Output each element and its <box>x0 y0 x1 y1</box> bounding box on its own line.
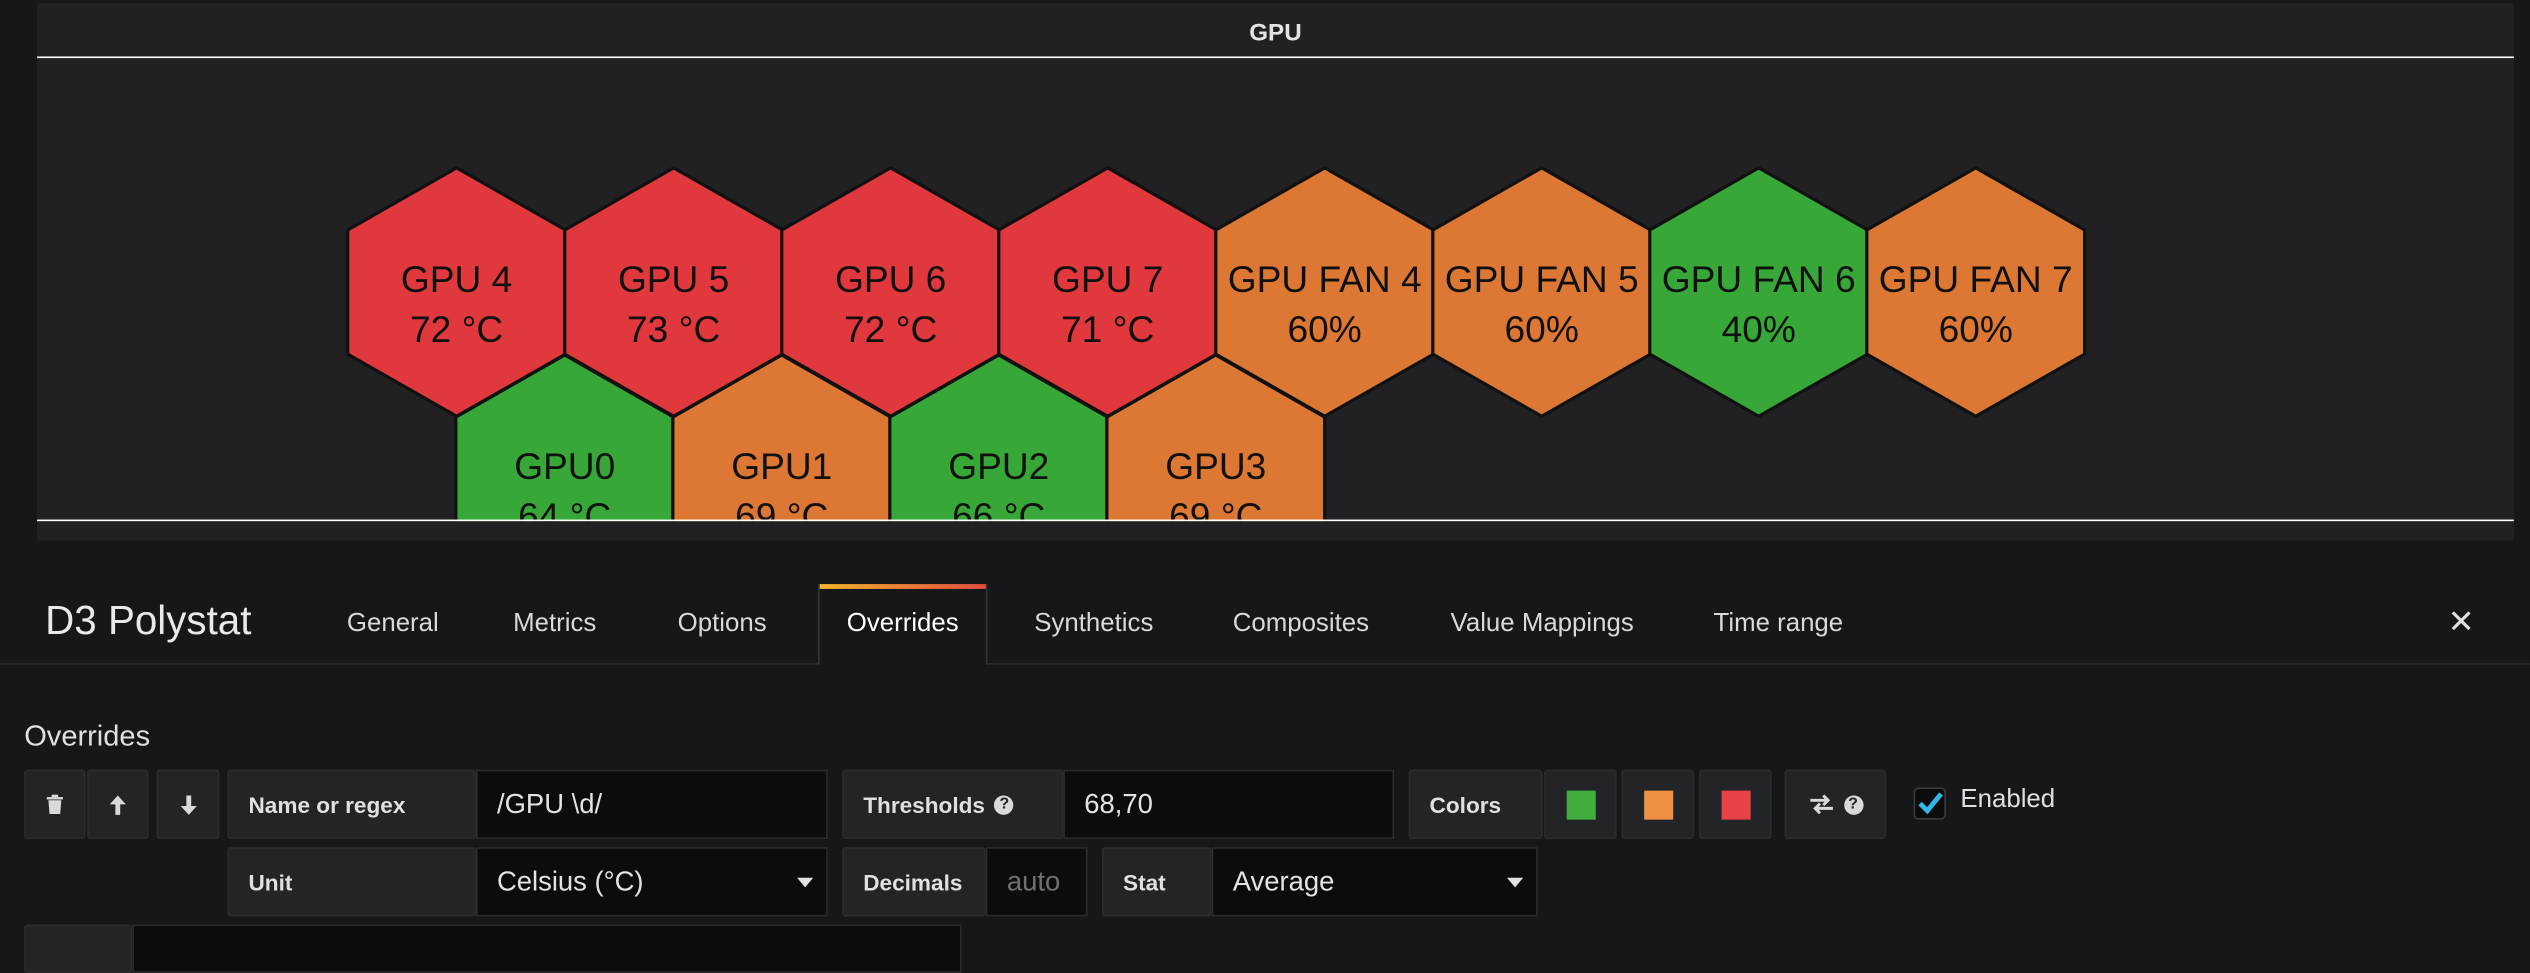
hexagon-value: 60% <box>1288 308 1362 350</box>
thresholds-label-box: Thresholds ? <box>842 769 1064 840</box>
next-row-input[interactable] <box>132 924 962 973</box>
arrow-up-icon <box>109 794 126 815</box>
chevron-down-icon <box>797 876 814 887</box>
thresholds-label: Thresholds <box>863 791 985 818</box>
hexagon-value: 73 °C <box>627 308 720 350</box>
trash-icon <box>46 794 63 815</box>
hexagon-label: GPU0 <box>514 445 615 487</box>
unit-value: Celsius (°C) <box>496 865 644 897</box>
stat-select[interactable]: Average <box>1211 847 1538 917</box>
hexagon-value: 60% <box>1505 308 1579 350</box>
hexagon-label: GPU2 <box>948 445 1049 487</box>
hexagon-label: GPU FAN 4 <box>1228 258 1422 300</box>
editor-title: D3 Polystat <box>45 598 252 644</box>
color-swatch-red-button[interactable] <box>1699 769 1772 840</box>
polystat-panel: GPU GPU 4 72 °C GPU 5 73 °C GPU 6 72 °C GPU 77… <box>37 3 2514 541</box>
exchange-icon <box>1809 794 1833 815</box>
move-down-button[interactable] <box>156 769 220 840</box>
stat-label: Stat <box>1122 868 1166 895</box>
colors-label-box: Colors <box>1408 769 1543 840</box>
tab-general[interactable]: General <box>347 584 439 663</box>
hexagon-grid: GPU 4 72 °C GPU 5 73 °C GPU 6 72 °C GPU 7 71 °C… <box>37 165 2514 541</box>
decimals-input[interactable]: auto <box>985 847 1088 917</box>
hexagon-label: GPU3 <box>1165 445 1266 487</box>
arrow-down-icon <box>179 794 197 815</box>
hexagon-label: GPU 7 <box>1052 258 1163 300</box>
enabled-label: Enabled <box>1960 785 2056 814</box>
hexagon-label: GPU 6 <box>835 258 946 300</box>
hexagon-value: 60% <box>1939 308 2013 350</box>
chevron-down-icon <box>1507 876 1524 887</box>
color-swatch-red <box>1720 789 1750 819</box>
hexagon-gpu-fan-7[interactable]: GPU FAN 7 60% <box>1865 165 2087 419</box>
decimals-label: Decimals <box>863 868 963 895</box>
color-swatch-orange <box>1643 789 1673 819</box>
tab-metrics[interactable]: Metrics <box>513 584 596 663</box>
tab-synthetics[interactable]: Synthetics <box>1034 584 1153 663</box>
decimals-placeholder: auto <box>1006 865 1061 897</box>
help-icon[interactable]: ? <box>1843 794 1863 815</box>
hexagon-label: GPU 5 <box>618 258 729 300</box>
hexagon-value: 71 °C <box>1061 308 1154 350</box>
editor-header: D3 Polystat General Metrics Options Over… <box>0 584 2530 665</box>
unit-select[interactable]: Celsius (°C) <box>475 847 828 917</box>
unit-label: Unit <box>248 868 293 895</box>
invert-colors-button[interactable]: ? <box>1784 769 1887 840</box>
name-regex-value: /GPU \d/ <box>496 788 603 819</box>
name-label-box: Name or regex <box>227 769 476 840</box>
hexagon-value: 72 °C <box>410 308 503 350</box>
close-icon[interactable]: ✕ <box>2448 602 2475 642</box>
section-title: Overrides <box>24 719 151 752</box>
decimals-label-box: Decimals <box>842 847 986 917</box>
thresholds-value: 68,70 <box>1084 788 1153 819</box>
hexagon-label: GPU1 <box>731 445 832 487</box>
stat-label-box: Stat <box>1102 847 1212 917</box>
colors-label: Colors <box>1429 791 1502 818</box>
next-row-label-box <box>24 924 133 973</box>
color-swatch-green-button[interactable] <box>1544 769 1617 840</box>
hexagon-label: GPU FAN 6 <box>1662 258 1856 300</box>
tab-overrides[interactable]: Overrides <box>818 584 988 665</box>
delete-override-button[interactable] <box>24 769 86 840</box>
check-icon <box>1918 792 1943 815</box>
move-up-button[interactable] <box>87 769 149 840</box>
hexagon-value: 72 °C <box>844 308 937 350</box>
panel-footer-mask <box>37 521 2514 541</box>
thresholds-input[interactable]: 68,70 <box>1063 769 1395 840</box>
hexagon-label: GPU 4 <box>401 258 512 300</box>
hexagon-value: 40% <box>1722 308 1796 350</box>
hexagon-gpu-fan-5[interactable]: GPU FAN 5 60% <box>1431 165 1653 419</box>
enabled-checkbox[interactable] <box>1913 787 1946 820</box>
hexagon-label: GPU FAN 7 <box>1879 258 2073 300</box>
name-label: Name or regex <box>248 791 406 818</box>
tab-composites[interactable]: Composites <box>1233 584 1369 663</box>
hexagon-label: GPU FAN 5 <box>1445 258 1639 300</box>
color-swatch-green <box>1565 789 1595 819</box>
color-swatch-orange-button[interactable] <box>1621 769 1695 840</box>
tab-value-mappings[interactable]: Value Mappings <box>1451 584 1634 663</box>
help-icon[interactable]: ? <box>994 794 1015 815</box>
tab-options[interactable]: Options <box>678 584 767 663</box>
name-regex-input[interactable]: /GPU \d/ <box>475 769 828 840</box>
unit-label-box: Unit <box>227 847 476 917</box>
tab-time-range[interactable]: Time range <box>1714 584 1844 663</box>
stat-value: Average <box>1232 865 1335 897</box>
panel-bottom-border <box>37 519 2514 522</box>
hexagon-gpu-fan-6[interactable]: GPU FAN 6 40% <box>1648 165 1870 419</box>
